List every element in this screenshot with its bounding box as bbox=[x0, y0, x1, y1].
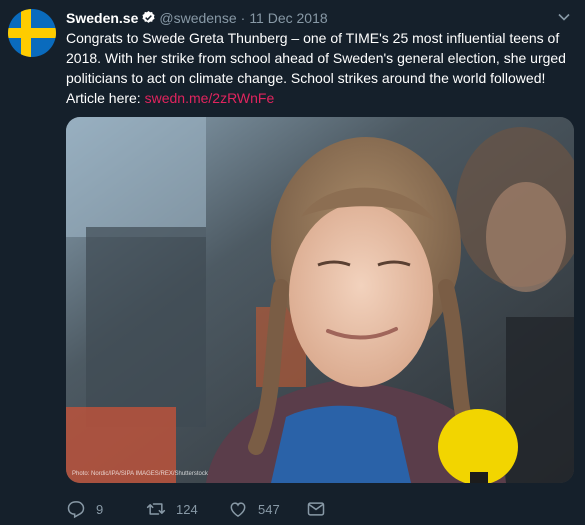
reply-count: 9 bbox=[96, 501, 104, 517]
chevron-down-icon[interactable] bbox=[557, 10, 571, 24]
like-count: 547 bbox=[258, 501, 280, 517]
like-button[interactable]: 547 bbox=[228, 498, 280, 520]
retweet-icon bbox=[146, 503, 166, 515]
reply-button[interactable]: 9 bbox=[66, 498, 103, 520]
article-prefix: Article here: bbox=[66, 90, 145, 106]
tweet-photo[interactable]: Photo: Nordic/IPA/SIPA IMAGES/REX/Shutte… bbox=[66, 117, 574, 483]
author-name[interactable]: Sweden.se bbox=[66, 10, 138, 26]
direct-message-button[interactable] bbox=[306, 498, 336, 520]
tweet-text-block: Congrats to Swede Greta Thunberg – one o… bbox=[66, 28, 571, 108]
author-handle[interactable]: @swedense bbox=[159, 10, 236, 26]
verified-badge-icon bbox=[141, 10, 156, 25]
reply-icon bbox=[67, 501, 85, 519]
article-link[interactable]: swedn.me/2zRWnFe bbox=[145, 90, 275, 106]
tweet-body: Congrats to Swede Greta Thunberg – one o… bbox=[66, 30, 566, 86]
greta-thunberg-photo: Photo: Nordic/IPA/SIPA IMAGES/REX/Shutte… bbox=[66, 117, 574, 483]
like-icon bbox=[230, 502, 246, 517]
tweet[interactable]: Sweden.se @swedense · 11 Dec 2018 Congrats … bbox=[0, 0, 585, 525]
tweet-date[interactable]: 11 Dec 2018 bbox=[249, 10, 327, 26]
sweden-flag-avatar bbox=[8, 9, 56, 57]
retweet-count: 124 bbox=[176, 501, 198, 517]
separator-dot: · bbox=[240, 10, 246, 26]
avatar[interactable] bbox=[8, 9, 56, 57]
tweet-actions: 9 124 547 bbox=[66, 498, 566, 522]
tweet-header: Sweden.se @swedense · 11 Dec 2018 bbox=[66, 8, 545, 28]
dm-icon bbox=[307, 502, 325, 516]
retweet-button[interactable]: 124 bbox=[146, 498, 198, 520]
photo-credit: Photo: Nordic/IPA/SIPA IMAGES/REX/Shutte… bbox=[72, 471, 209, 477]
